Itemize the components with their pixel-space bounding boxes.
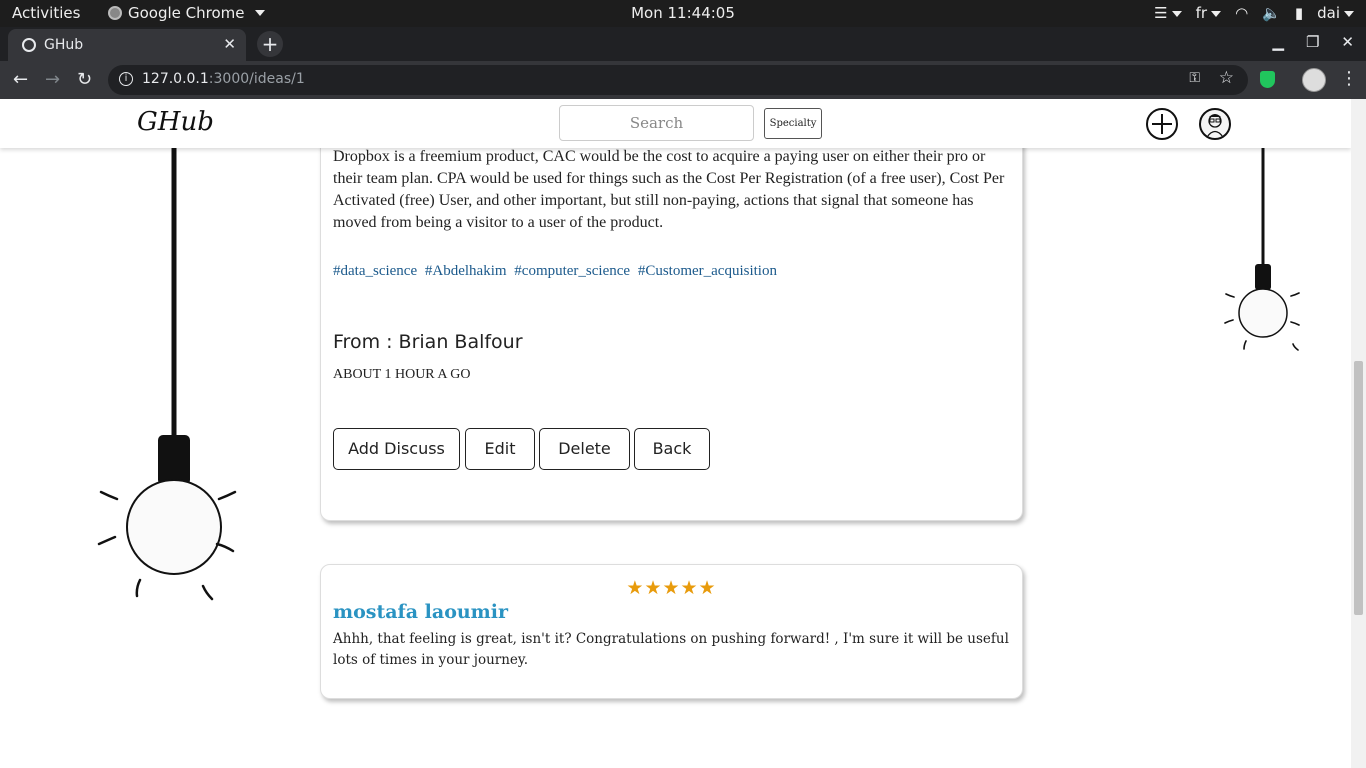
close-tab-icon[interactable]: ✕ <box>223 35 236 53</box>
restore-icon[interactable]: ❐ <box>1306 33 1319 51</box>
avatar-drawing <box>1206 114 1224 138</box>
key-icon[interactable]: ⚿ <box>1189 70 1200 86</box>
back-arrow-icon[interactable]: ← <box>13 69 28 90</box>
volume-icon[interactable]: 🔈 <box>1262 4 1281 22</box>
chevron-down-icon <box>254 10 265 16</box>
url-host: 127.0.0.1 <box>142 71 209 87</box>
star-rating: ★★★★★ <box>626 577 717 599</box>
bookmark-star-icon[interactable]: ☆ <box>1219 68 1234 88</box>
forward-arrow-icon[interactable]: → <box>45 69 60 90</box>
wifi-icon[interactable]: ◠ <box>1235 4 1248 22</box>
tab-strip: GHub ✕ + ▁ ❐ ✕ <box>0 27 1366 61</box>
tag-link[interactable]: #Customer_acquisition <box>638 263 777 279</box>
url-path: :3000/ideas/1 <box>208 71 305 87</box>
tab-title: GHub <box>44 37 84 53</box>
close-window-icon[interactable]: ✕ <box>1341 33 1354 51</box>
minimize-icon[interactable]: ▁ <box>1272 33 1284 51</box>
user-name: dai <box>1317 4 1340 22</box>
back-button[interactable]: Back <box>634 428 710 470</box>
browser-toolbar: ← → ↻ i 127.0.0.1:3000/ideas/1 ⚿ ☆ ⋮ <box>0 61 1366 99</box>
comment-author[interactable]: mostafa laoumir <box>333 601 508 623</box>
user-avatar-icon[interactable] <box>1199 108 1231 140</box>
url-text[interactable]: 127.0.0.1:3000/ideas/1 <box>142 71 305 87</box>
kebab-menu-icon[interactable]: ⋮ <box>1340 68 1358 89</box>
idea-card: lead. The two are related because CPA is… <box>320 99 1023 521</box>
app-name: Google Chrome <box>128 4 245 22</box>
search-input[interactable]: Search <box>559 105 754 141</box>
add-idea-icon[interactable] <box>1146 108 1178 140</box>
site-header: GHub Search Specialty <box>0 99 1351 148</box>
system-tray[interactable]: ☰ fr ◠ 🔈 ▮ dai <box>1154 4 1354 22</box>
reload-icon[interactable]: ↻ <box>77 69 92 90</box>
address-bar[interactable]: i 127.0.0.1:3000/ideas/1 ⚿ ☆ <box>108 65 1248 95</box>
window-controls: ▁ ❐ ✕ <box>1272 33 1354 51</box>
idea-author: From : Brian Balfour <box>333 331 523 353</box>
add-discuss-button[interactable]: Add Discuss <box>333 428 460 470</box>
chevron-down-icon <box>1171 10 1182 17</box>
comment-card: ★★★★★ mostafa laoumir Ahhh, that feeling… <box>320 564 1023 699</box>
tab-ghub[interactable]: GHub ✕ <box>8 29 246 61</box>
chevron-down-icon <box>1344 10 1354 17</box>
chevron-down-icon <box>1211 10 1222 17</box>
profile-avatar-icon[interactable] <box>1302 68 1326 92</box>
idea-timestamp: ABOUT 1 HOUR A GO <box>333 367 471 382</box>
edit-button[interactable]: Edit <box>465 428 535 470</box>
scrollbar-thumb[interactable] <box>1354 361 1363 615</box>
site-logo[interactable]: GHub <box>137 107 214 137</box>
page-viewport: lead. The two are related because CPA is… <box>0 99 1351 768</box>
menu-icon[interactable]: ☰ <box>1154 4 1182 22</box>
battery-icon[interactable]: ▮ <box>1295 4 1303 22</box>
tag-list: #data_science #Abdelhakim #computer_scie… <box>333 263 781 280</box>
info-icon[interactable]: i <box>119 72 133 86</box>
tag-link[interactable]: #Abdelhakim <box>425 263 507 279</box>
lightbulb-left-illustration <box>97 99 237 601</box>
keyboard-layout[interactable]: fr <box>1195 4 1222 22</box>
keyboard-layout-label: fr <box>1195 4 1208 22</box>
specialty-button[interactable]: Specialty <box>764 108 822 139</box>
app-menu[interactable]: Google Chrome <box>108 4 265 22</box>
shield-extension-icon[interactable] <box>1260 71 1275 88</box>
activities-button[interactable]: Activities <box>12 4 80 22</box>
user-menu[interactable]: dai <box>1317 4 1354 22</box>
system-top-bar: Activities Google Chrome Mon 11:44:05 ☰ … <box>0 0 1366 27</box>
globe-icon <box>22 38 36 52</box>
tag-link[interactable]: #data_science <box>333 263 417 279</box>
delete-button[interactable]: Delete <box>539 428 630 470</box>
new-tab-button[interactable]: + <box>257 31 283 57</box>
comment-text: Ahhh, that feeling is great, isn't it? C… <box>333 631 1009 668</box>
page-scrollbar[interactable] <box>1351 99 1366 768</box>
tag-link[interactable]: #computer_science <box>514 263 630 279</box>
chrome-icon <box>108 6 122 20</box>
